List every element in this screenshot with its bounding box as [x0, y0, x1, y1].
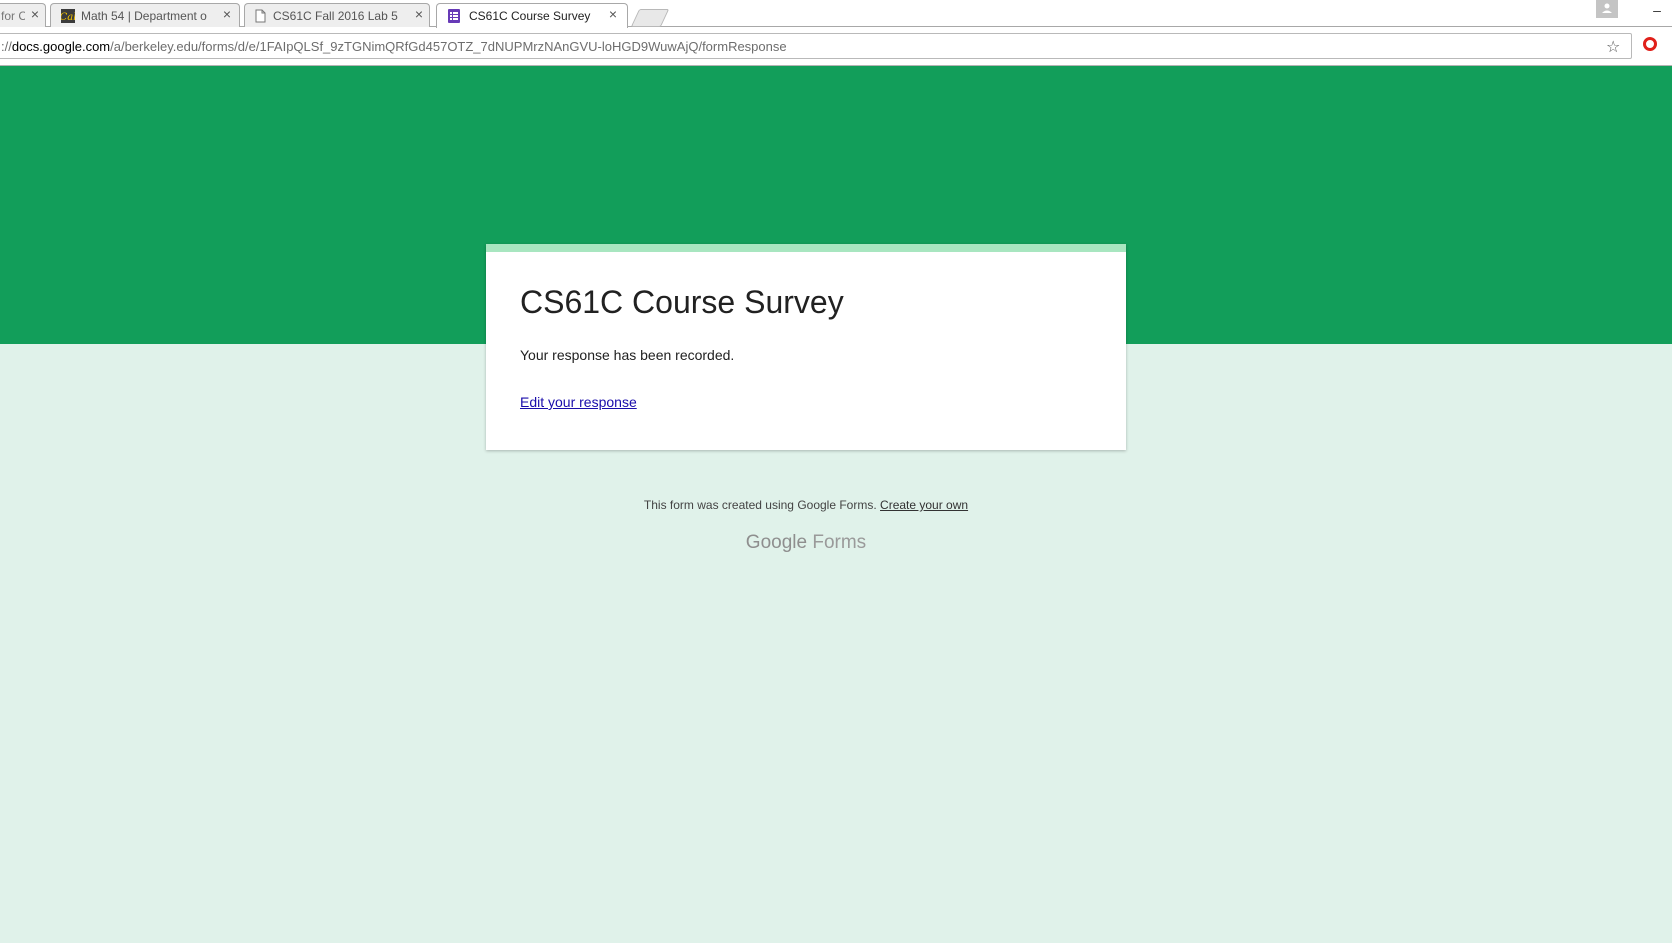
- close-icon[interactable]: ×: [411, 6, 427, 22]
- card-accent-bar: [486, 244, 1126, 252]
- tab-title: for C: [1, 9, 25, 23]
- bookmark-star-icon[interactable]: ☆: [1606, 37, 1620, 57]
- tab-strip: for C × Cal Math 54 | Department o × CS6…: [0, 0, 1672, 29]
- address-bar[interactable]: ://docs.google.com/a/berkeley.edu/forms/…: [0, 33, 1632, 59]
- logo-google-word: Google: [745, 532, 808, 553]
- person-icon: [1602, 3, 1612, 13]
- forms-icon: [448, 9, 460, 23]
- tab-4-active[interactable]: CS61C Course Survey ×: [436, 3, 628, 28]
- close-icon[interactable]: ×: [27, 6, 43, 22]
- form-page: CS61C Course Survey Your response has be…: [0, 66, 1672, 943]
- tab-title: Math 54 | Department o: [81, 9, 207, 23]
- tab-title: CS61C Fall 2016 Lab 5: [273, 9, 398, 23]
- confirmation-message: Your response has been recorded.: [520, 347, 735, 363]
- berkeley-logo-icon: Cal: [61, 9, 75, 23]
- new-tab-button[interactable]: [630, 9, 670, 27]
- close-icon[interactable]: ×: [605, 6, 621, 22]
- form-title: CS61C Course Survey: [520, 284, 844, 320]
- close-icon[interactable]: ×: [219, 6, 235, 22]
- confirmation-card: CS61C Course Survey Your response has be…: [486, 244, 1126, 450]
- logo-forms-word: Forms: [812, 532, 867, 553]
- opera-extension-icon[interactable]: [1643, 37, 1657, 51]
- edit-response-link[interactable]: Edit your response: [520, 394, 637, 410]
- tab-2[interactable]: Cal Math 54 | Department o ×: [50, 3, 240, 27]
- tab-title: CS61C Course Survey: [469, 9, 591, 23]
- url-path: /a/berkeley.edu/forms/d/e/1FAIpQLSf_9zTG…: [110, 39, 787, 54]
- tab-1[interactable]: for C ×: [0, 3, 46, 27]
- browser-toolbar: ://docs.google.com/a/berkeley.edu/forms/…: [0, 29, 1672, 66]
- svg-text:Cal: Cal: [61, 12, 75, 23]
- url-host: docs.google.com: [11, 39, 111, 54]
- document-icon: [255, 9, 266, 23]
- tab-3[interactable]: CS61C Fall 2016 Lab 5 ×: [244, 3, 430, 27]
- footer-notice: This form was created using Google Forms…: [0, 498, 1612, 512]
- url-prefix: ://: [1, 39, 12, 54]
- google-forms-logo[interactable]: Google Forms: [0, 532, 1612, 554]
- minimize-button[interactable]: –: [1642, 0, 1672, 20]
- create-your-own-link[interactable]: Create your own: [880, 498, 968, 512]
- profile-button[interactable]: [1596, 0, 1618, 18]
- url-text[interactable]: ://docs.google.com/a/berkeley.edu/forms/…: [1, 39, 787, 54]
- footer-created-text: This form was created using Google Forms…: [643, 498, 877, 512]
